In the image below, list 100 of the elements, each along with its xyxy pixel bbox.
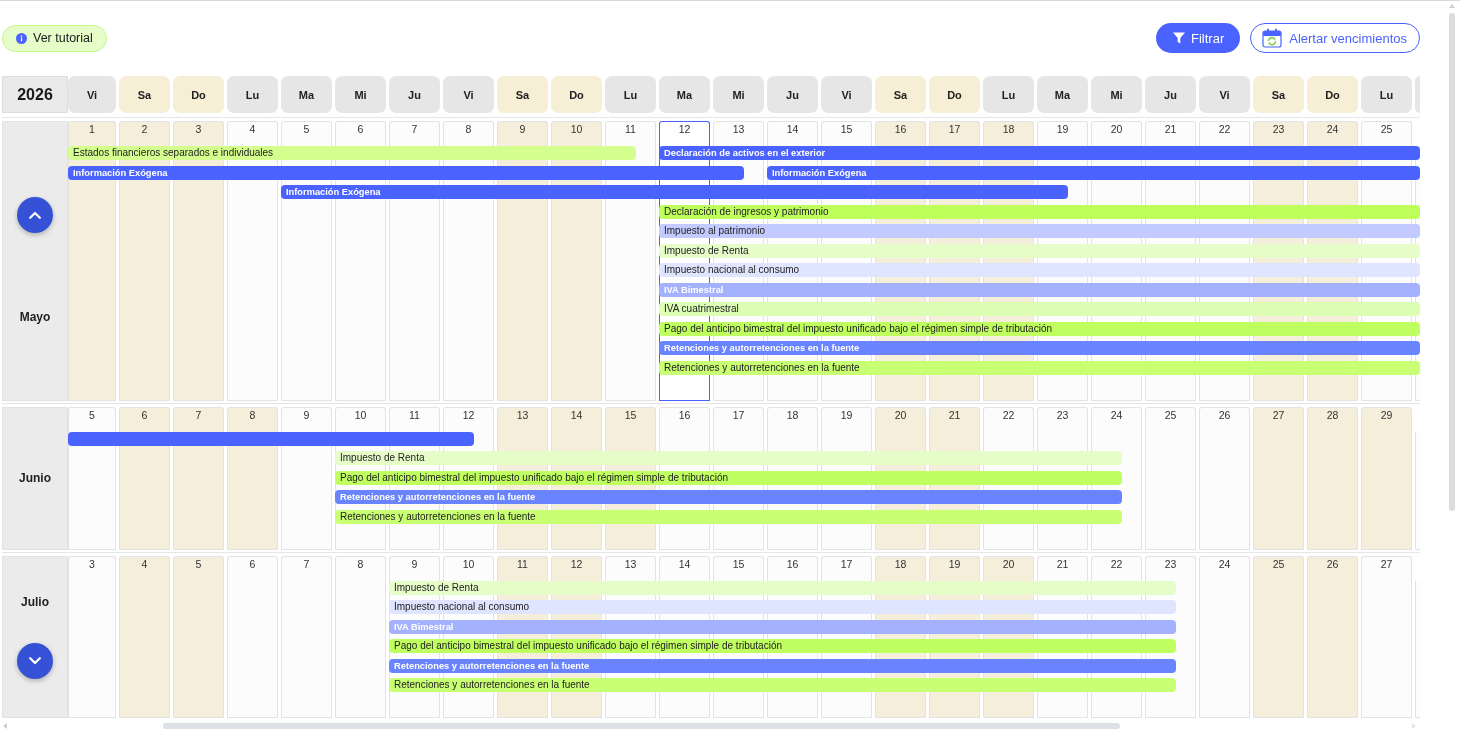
day-cell[interactable]: 27 <box>1253 406 1304 432</box>
day-cell[interactable]: 19 <box>929 555 980 581</box>
day-cell[interactable]: 26 <box>1307 555 1358 581</box>
weekday-header: Vi <box>1199 76 1250 113</box>
day-cell[interactable]: 5 <box>68 406 116 432</box>
event-bar[interactable]: Declaración de activos en el exterior <box>659 146 1420 160</box>
weekday-header: Lu <box>1361 76 1412 113</box>
day-cell[interactable]: 7 <box>281 555 332 581</box>
day-cell[interactable]: 16 <box>767 555 818 581</box>
event-bar[interactable]: Pago del anticipo bimestral del impuesto unificado bajo el régimen simple de tributación <box>335 470 1122 485</box>
day-cell[interactable]: 6 <box>119 406 170 432</box>
day-cell[interactable]: 15 <box>605 406 656 432</box>
day-cell[interactable]: 23 <box>1037 406 1088 432</box>
event-bar[interactable]: Información Exógena <box>281 185 1068 199</box>
day-cell[interactable]: 8 <box>227 406 278 432</box>
day-cell[interactable]: 14 <box>551 406 602 432</box>
day-cell[interactable]: 5 <box>173 555 224 581</box>
event-bar[interactable]: Impuesto nacional al consumo <box>389 600 1176 614</box>
day-cell[interactable]: 24 <box>1199 555 1250 581</box>
event-bar[interactable]: Retenciones y autorretenciones en la fuente <box>335 509 1122 524</box>
day-cell[interactable]: 17 <box>821 555 872 581</box>
day-cell[interactable]: 10 <box>335 406 386 432</box>
scroll-up-button[interactable] <box>17 197 53 234</box>
day-cell[interactable]: 15 <box>821 121 872 146</box>
day-cell[interactable]: 20 <box>875 406 926 432</box>
day-cell[interactable]: 2 <box>119 121 170 146</box>
day-cell[interactable]: 4 <box>227 121 278 146</box>
day-cell[interactable]: 19 <box>821 406 872 432</box>
day-cell[interactable]: 5 <box>281 121 332 146</box>
day-cell[interactable]: 7 <box>173 406 224 432</box>
event-bar[interactable]: Impuesto de Renta <box>659 243 1420 258</box>
day-cell[interactable]: 20 <box>1091 121 1142 146</box>
day-cell[interactable]: 3 <box>68 555 116 581</box>
day-cell[interactable]: 20 <box>983 555 1034 581</box>
day-cell[interactable]: 11 <box>497 555 548 581</box>
day-cell[interactable]: 16 <box>659 406 710 432</box>
day-cell[interactable]: 29 <box>1361 406 1412 432</box>
scroll-down-button[interactable] <box>17 642 53 679</box>
day-cell[interactable]: 18 <box>875 555 926 581</box>
day-cell[interactable]: 13 <box>497 406 548 432</box>
day-cell[interactable]: 14 <box>767 121 818 146</box>
day-cell[interactable]: 25 <box>1145 406 1196 432</box>
day-cell[interactable]: 22 <box>1091 555 1142 581</box>
day-cell[interactable]: 21 <box>929 406 980 432</box>
day-cell[interactable]: 24 <box>1307 121 1358 146</box>
event-bar[interactable]: Estados financieros separados e individuales <box>68 146 636 160</box>
day-cell[interactable]: 22 <box>1199 121 1250 146</box>
day-cell[interactable]: 14 <box>659 555 710 581</box>
day-cell[interactable]: 12 <box>443 406 494 432</box>
day-cell[interactable]: 15 <box>713 555 764 581</box>
event-bar[interactable]: Pago del anticipo bimestral del impuesto unificado bajo el régimen simple de tributación <box>659 321 1420 336</box>
day-cell[interactable]: 13 <box>713 121 764 146</box>
day-cell[interactable]: 12 <box>659 121 710 146</box>
day-cell[interactable]: 21 <box>1037 555 1088 581</box>
day-cell[interactable]: 1 <box>68 121 116 146</box>
day-cell[interactable]: 25 <box>1253 555 1304 581</box>
event-bar[interactable]: Declaración de ingresos y patrimonio <box>659 204 1420 219</box>
filter-button[interactable]: Filtrar <box>1156 23 1241 53</box>
day-cell[interactable]: 9 <box>497 121 548 146</box>
event-bar[interactable]: Impuesto de Renta <box>335 451 1122 465</box>
day-cell[interactable]: 12 <box>551 555 602 581</box>
day-cell[interactable]: 9 <box>389 555 440 581</box>
day-cell[interactable]: 18 <box>767 406 818 432</box>
day-cell[interactable]: 18 <box>983 121 1034 146</box>
day-cell[interactable]: 11 <box>389 406 440 432</box>
day-cell[interactable]: 21 <box>1145 121 1196 146</box>
day-cell[interactable]: 6 <box>227 555 278 581</box>
event-bar[interactable]: Información Exógena <box>767 165 1420 180</box>
day-cell[interactable]: 10 <box>443 555 494 581</box>
day-cell[interactable]: 17 <box>713 406 764 432</box>
day-cell[interactable]: 9 <box>281 406 332 432</box>
day-cell[interactable]: 23 <box>1145 555 1196 581</box>
day-cell[interactable]: 16 <box>875 121 926 146</box>
day-cell[interactable]: 10 <box>551 121 602 146</box>
day-cell[interactable]: 4 <box>119 555 170 581</box>
event-bar[interactable]: Retenciones y autorretenciones en la fuente <box>659 360 1420 375</box>
day-cell[interactable]: 13 <box>605 555 656 581</box>
day-cell[interactable]: 8 <box>335 555 386 581</box>
day-cell[interactable]: 27 <box>1361 555 1412 581</box>
event-bar[interactable]: Impuesto al patrimonio <box>659 224 1420 238</box>
event-bar[interactable]: Pago del anticipo bimestral del impuesto unificado bajo el régimen simple de tributación <box>389 639 1176 653</box>
day-cell[interactable]: 23 <box>1253 121 1304 146</box>
day-cell[interactable]: 7 <box>389 121 440 146</box>
day-cell[interactable]: 11 <box>605 121 656 146</box>
day-cell[interactable]: 24 <box>1091 406 1142 432</box>
day-cell[interactable]: 26 <box>1199 406 1250 432</box>
day-cell[interactable]: 19 <box>1037 121 1088 146</box>
day-cell[interactable]: 22 <box>983 406 1034 432</box>
day-cell[interactable]: 6 <box>335 121 386 146</box>
day-cell[interactable]: 8 <box>443 121 494 146</box>
event-bar[interactable]: IVA cuatrimestral <box>659 302 1420 316</box>
day-cell[interactable]: 28 <box>1307 406 1358 432</box>
day-cell[interactable]: 25 <box>1361 121 1412 146</box>
day-cell[interactable]: 17 <box>929 121 980 146</box>
event-bar[interactable]: Impuesto nacional al consumo <box>659 263 1420 277</box>
day-cell[interactable]: 3 <box>173 121 224 146</box>
tutorial-button[interactable]: Ver tutorial <box>2 24 107 52</box>
event-bar[interactable]: Información Exógena <box>68 165 744 180</box>
event-bar[interactable]: Retenciones y autorretenciones en la fuente <box>389 678 1176 692</box>
alert-button[interactable]: Alertar vencimientos <box>1250 23 1420 53</box>
